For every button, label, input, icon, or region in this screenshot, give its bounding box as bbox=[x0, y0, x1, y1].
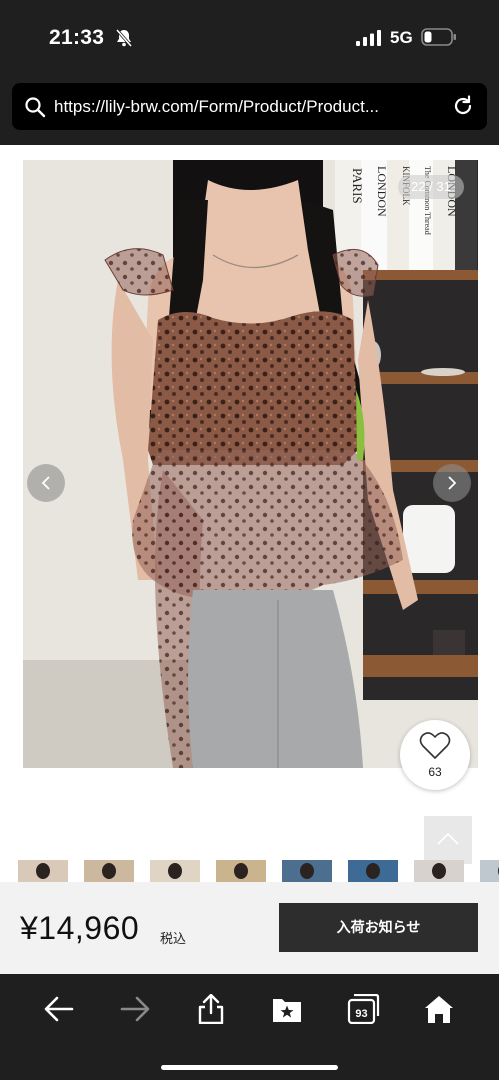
share-icon[interactable] bbox=[194, 994, 228, 1024]
network-label: 5G bbox=[390, 28, 413, 47]
bookmark-folder-icon[interactable] bbox=[270, 994, 304, 1024]
image-counter: 22 / 31 bbox=[398, 175, 464, 199]
back-arrow-icon[interactable] bbox=[42, 994, 76, 1024]
signal-icon bbox=[356, 30, 381, 46]
battery-icon bbox=[421, 28, 456, 46]
address-bar[interactable]: https://lily-brw.com/Form/Product/Produc… bbox=[12, 83, 487, 130]
forward-arrow-icon[interactable] bbox=[118, 994, 152, 1024]
thumbnail[interactable] bbox=[282, 860, 332, 882]
heart-icon bbox=[419, 732, 451, 759]
thumbnail[interactable] bbox=[84, 860, 134, 882]
thumbnail[interactable] bbox=[150, 860, 200, 882]
home-icon[interactable] bbox=[422, 994, 456, 1024]
status-time: 21:33 bbox=[49, 26, 105, 49]
previous-image-button[interactable] bbox=[27, 464, 65, 502]
book-spine-text: LONDON bbox=[375, 166, 389, 217]
purchase-bar: ¥14,960 税込 入荷お知らせ bbox=[0, 882, 499, 974]
thumbnail[interactable] bbox=[216, 860, 266, 882]
tax-label: 税込 bbox=[160, 931, 187, 946]
search-icon bbox=[25, 97, 46, 118]
thumbnail-strip bbox=[0, 860, 499, 882]
thumbnail[interactable] bbox=[414, 860, 464, 882]
favorite-count: 63 bbox=[428, 765, 442, 779]
thumbnail[interactable] bbox=[18, 860, 68, 882]
thumbnail[interactable] bbox=[480, 860, 499, 882]
favorite-button[interactable]: 63 bbox=[400, 720, 470, 790]
chevron-up-icon bbox=[437, 832, 459, 845]
book-spine-text: PARIS bbox=[350, 168, 365, 204]
tabs-icon[interactable]: 93 bbox=[346, 994, 380, 1024]
top-chrome: 21:33 5G https://lily-brw.com/Form/Produ… bbox=[0, 0, 499, 145]
chevron-left-icon bbox=[41, 476, 50, 490]
thumbnail[interactable] bbox=[348, 860, 398, 882]
reload-icon[interactable] bbox=[452, 95, 474, 117]
scroll-to-top-button[interactable] bbox=[424, 816, 472, 864]
product-photo[interactable]: PARIS LONDON KINFOLK The Common Thread L… bbox=[23, 160, 478, 768]
url-text[interactable]: https://lily-brw.com/Form/Product/Produc… bbox=[54, 97, 444, 117]
chevron-right-icon bbox=[448, 476, 457, 490]
home-indicator bbox=[161, 1065, 338, 1070]
tab-count: 93 bbox=[355, 1008, 367, 1020]
bell-muted-icon bbox=[115, 29, 133, 47]
restock-notify-button[interactable]: 入荷お知らせ bbox=[279, 903, 478, 952]
next-image-button[interactable] bbox=[433, 464, 471, 502]
price: ¥14,960 bbox=[20, 910, 140, 946]
